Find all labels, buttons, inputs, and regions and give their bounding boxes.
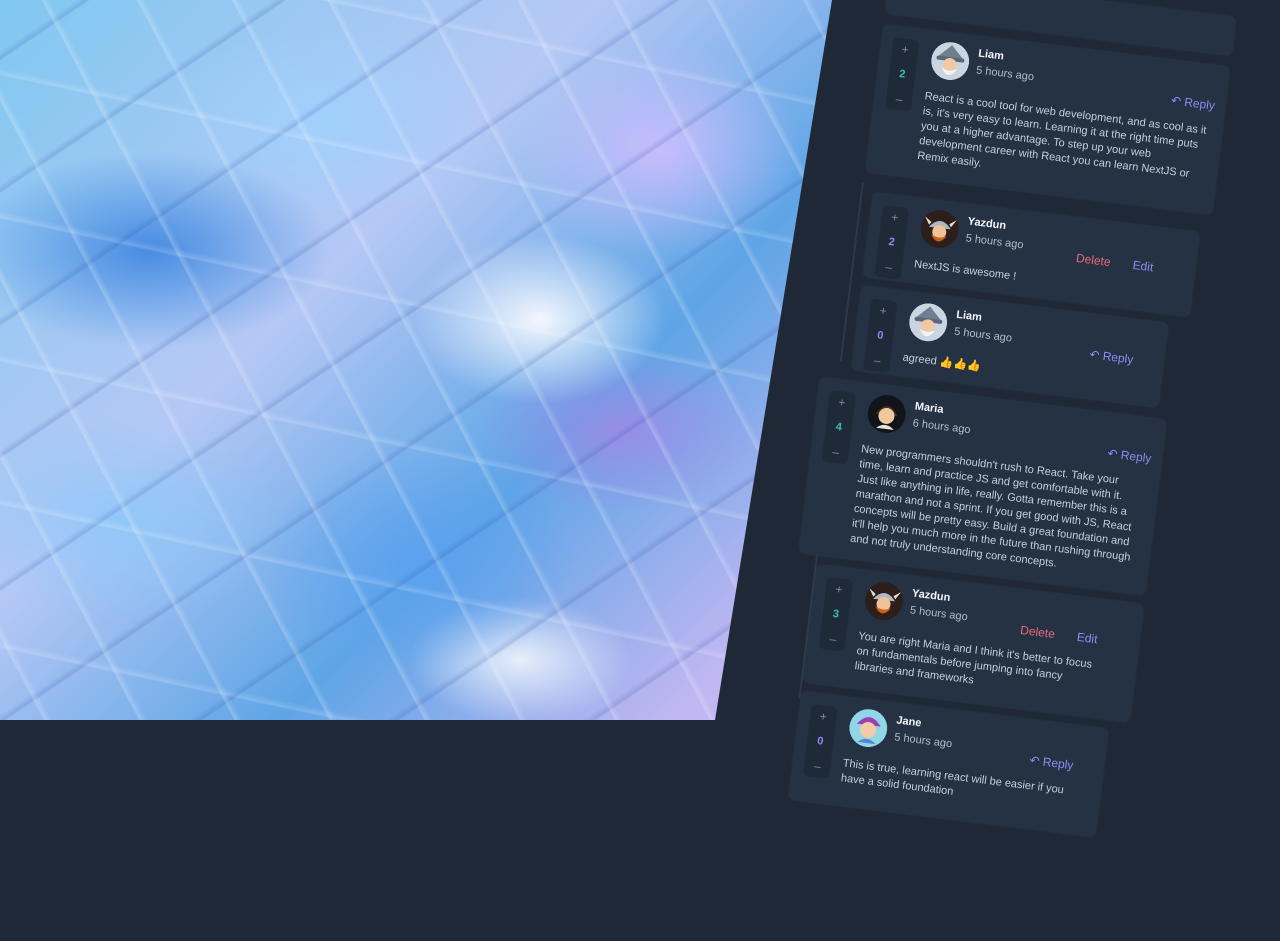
jane-avatar-icon xyxy=(849,709,888,748)
comment-card: + 4 – Maria 6 hours ago ↶ Reply New prog… xyxy=(798,376,1168,596)
comment-timestamp: 5 hours ago xyxy=(964,232,1025,252)
vote-score: 2 xyxy=(898,68,906,81)
downvote-button[interactable]: – xyxy=(884,260,892,275)
comment-timestamp: 5 hours ago xyxy=(975,64,1035,84)
downvote-button[interactable]: – xyxy=(873,353,881,368)
avatar xyxy=(863,580,905,622)
upvote-button[interactable]: + xyxy=(879,303,888,318)
upvote-button[interactable]: + xyxy=(890,210,899,225)
reply-label: Reply xyxy=(1101,348,1135,367)
reply-label: Reply xyxy=(1183,94,1216,113)
upvote-button[interactable]: + xyxy=(819,709,828,724)
delete-button[interactable]: Delete xyxy=(1020,623,1056,641)
downvote-button[interactable]: – xyxy=(829,632,837,647)
reply-icon: ↶ xyxy=(1106,446,1119,462)
comment-card: + 2 – Liam 5 hours ago ↶ Reply React is … xyxy=(864,23,1231,216)
edit-button[interactable]: Edit xyxy=(1132,258,1154,274)
comment-timestamp: 5 hours ago xyxy=(909,604,969,624)
comment-timestamp: 6 hours ago xyxy=(912,417,972,437)
wizard-avatar-icon xyxy=(931,42,970,81)
vote-score: 0 xyxy=(816,735,825,748)
reply-button[interactable]: ↶ Reply xyxy=(1089,347,1134,366)
reply-icon: ↶ xyxy=(1028,753,1041,769)
comment-text: You are right Maria and I think it's bet… xyxy=(854,630,1093,687)
downvote-button[interactable]: – xyxy=(895,92,903,107)
vote-control: + 2 – xyxy=(884,37,920,112)
comment-author: Maria xyxy=(914,400,945,416)
delete-button[interactable]: Delete xyxy=(1075,251,1111,269)
avatar xyxy=(866,393,908,435)
vote-control: + 0 – xyxy=(803,704,838,779)
upvote-button[interactable]: + xyxy=(837,395,846,410)
avatar xyxy=(918,208,960,250)
vote-control: + 2 – xyxy=(874,204,909,280)
comment-timestamp: 5 hours ago xyxy=(893,731,953,751)
reply-button[interactable]: ↶ Reply xyxy=(1029,753,1074,772)
avatar xyxy=(847,707,889,749)
comment-timestamp: 5 hours ago xyxy=(953,325,1013,345)
reply-button[interactable]: ↶ Reply xyxy=(1170,93,1215,112)
reply-icon: ↶ xyxy=(1088,347,1101,363)
downvote-button[interactable]: – xyxy=(832,445,840,460)
reply-label: Reply xyxy=(1042,754,1075,773)
comment-author: Yazdun xyxy=(967,215,1007,233)
vote-control: + 3 – xyxy=(818,576,854,652)
vote-score: 3 xyxy=(832,607,840,621)
reply-button[interactable]: ↶ Reply xyxy=(1107,446,1152,465)
viking-avatar-icon xyxy=(864,582,903,621)
vote-control: + 4 – xyxy=(821,389,857,465)
comment-text: New programmers shouldn't rush to React.… xyxy=(849,443,1133,570)
vote-control: + 0 – xyxy=(862,298,898,373)
edit-button[interactable]: Edit xyxy=(1076,630,1098,646)
comment-author: Yazdun xyxy=(911,587,952,605)
downvote-button[interactable]: – xyxy=(813,759,821,774)
comment-text: React is a cool tool for web development… xyxy=(916,90,1208,181)
comment-author: Liam xyxy=(977,47,1005,63)
comments-panel: + 2 – Liam 5 hours ago ↶ Reply React is … xyxy=(692,0,1280,838)
upvote-button[interactable]: + xyxy=(901,42,910,57)
comment-author: Liam xyxy=(955,308,983,324)
vote-score: 0 xyxy=(876,329,884,342)
reply-label: Reply xyxy=(1120,447,1153,466)
comment-author: Jane xyxy=(895,714,923,730)
vote-score: 2 xyxy=(887,235,896,249)
maria-avatar-icon xyxy=(867,394,906,433)
viking-avatar-icon xyxy=(920,210,959,249)
vote-score: 4 xyxy=(834,420,843,434)
reply-icon: ↶ xyxy=(1170,93,1182,109)
avatar xyxy=(929,40,971,82)
wizard-avatar-icon xyxy=(909,303,948,342)
upvote-button[interactable]: + xyxy=(835,582,844,597)
avatar xyxy=(907,301,949,343)
